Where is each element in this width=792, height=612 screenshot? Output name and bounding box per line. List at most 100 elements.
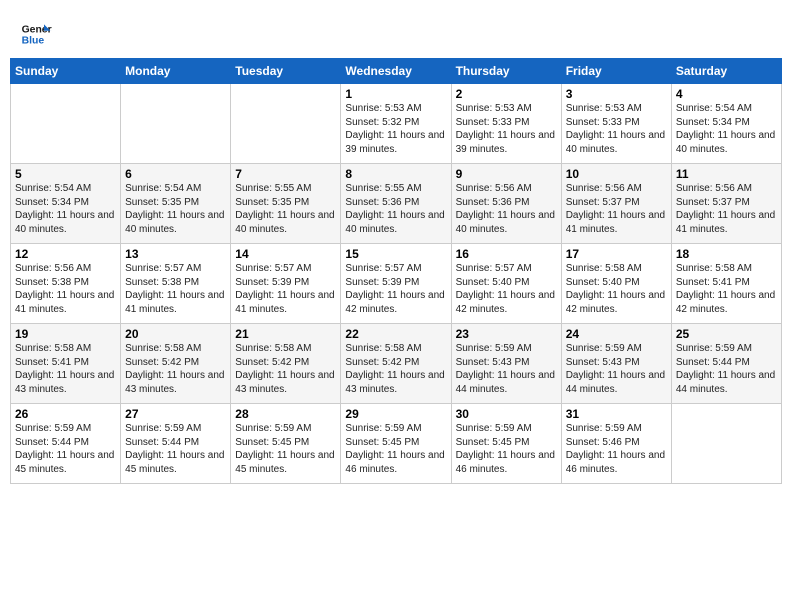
day-info: Sunrise: 5:59 AMSunset: 5:43 PMDaylight:…: [456, 342, 557, 396]
weekday-header-sunday: Sunday: [11, 59, 121, 84]
day-info: Sunrise: 5:58 AMSunset: 5:42 PMDaylight:…: [345, 342, 446, 396]
day-info: Sunrise: 5:57 AMSunset: 5:40 PMDaylight:…: [456, 262, 557, 316]
day-number: 28: [235, 407, 336, 421]
calendar-cell: 7Sunrise: 5:55 AMSunset: 5:35 PMDaylight…: [231, 164, 341, 244]
day-info: Sunrise: 5:59 AMSunset: 5:45 PMDaylight:…: [456, 422, 557, 476]
calendar-cell: 16Sunrise: 5:57 AMSunset: 5:40 PMDayligh…: [451, 244, 561, 324]
calendar-cell: [11, 84, 121, 164]
calendar-cell: 20Sunrise: 5:58 AMSunset: 5:42 PMDayligh…: [121, 324, 231, 404]
day-info: Sunrise: 5:59 AMSunset: 5:44 PMDaylight:…: [676, 342, 777, 396]
day-info: Sunrise: 5:58 AMSunset: 5:41 PMDaylight:…: [676, 262, 777, 316]
day-number: 16: [456, 247, 557, 261]
calendar-cell: 18Sunrise: 5:58 AMSunset: 5:41 PMDayligh…: [671, 244, 781, 324]
day-info: Sunrise: 5:55 AMSunset: 5:35 PMDaylight:…: [235, 182, 336, 236]
calendar-cell: 11Sunrise: 5:56 AMSunset: 5:37 PMDayligh…: [671, 164, 781, 244]
calendar-cell: [121, 84, 231, 164]
calendar-cell: 2Sunrise: 5:53 AMSunset: 5:33 PMDaylight…: [451, 84, 561, 164]
day-info: Sunrise: 5:57 AMSunset: 5:39 PMDaylight:…: [345, 262, 446, 316]
day-info: Sunrise: 5:56 AMSunset: 5:37 PMDaylight:…: [676, 182, 777, 236]
day-number: 24: [566, 327, 667, 341]
day-number: 18: [676, 247, 777, 261]
day-number: 23: [456, 327, 557, 341]
day-info: Sunrise: 5:56 AMSunset: 5:38 PMDaylight:…: [15, 262, 116, 316]
calendar-cell: [231, 84, 341, 164]
calendar-cell: 19Sunrise: 5:58 AMSunset: 5:41 PMDayligh…: [11, 324, 121, 404]
day-number: 2: [456, 87, 557, 101]
day-number: 1: [345, 87, 446, 101]
day-number: 17: [566, 247, 667, 261]
day-number: 27: [125, 407, 226, 421]
day-number: 14: [235, 247, 336, 261]
day-number: 6: [125, 167, 226, 181]
calendar-cell: 31Sunrise: 5:59 AMSunset: 5:46 PMDayligh…: [561, 404, 671, 484]
day-info: Sunrise: 5:59 AMSunset: 5:45 PMDaylight:…: [345, 422, 446, 476]
day-number: 21: [235, 327, 336, 341]
calendar-cell: 6Sunrise: 5:54 AMSunset: 5:35 PMDaylight…: [121, 164, 231, 244]
calendar-cell: 25Sunrise: 5:59 AMSunset: 5:44 PMDayligh…: [671, 324, 781, 404]
day-info: Sunrise: 5:53 AMSunset: 5:32 PMDaylight:…: [345, 102, 446, 156]
day-number: 19: [15, 327, 116, 341]
day-number: 26: [15, 407, 116, 421]
day-info: Sunrise: 5:58 AMSunset: 5:41 PMDaylight:…: [15, 342, 116, 396]
day-number: 7: [235, 167, 336, 181]
calendar-cell: 27Sunrise: 5:59 AMSunset: 5:44 PMDayligh…: [121, 404, 231, 484]
day-number: 20: [125, 327, 226, 341]
calendar-cell: 15Sunrise: 5:57 AMSunset: 5:39 PMDayligh…: [341, 244, 451, 324]
calendar-cell: 26Sunrise: 5:59 AMSunset: 5:44 PMDayligh…: [11, 404, 121, 484]
day-info: Sunrise: 5:59 AMSunset: 5:44 PMDaylight:…: [15, 422, 116, 476]
day-info: Sunrise: 5:57 AMSunset: 5:38 PMDaylight:…: [125, 262, 226, 316]
day-number: 29: [345, 407, 446, 421]
calendar-cell: 12Sunrise: 5:56 AMSunset: 5:38 PMDayligh…: [11, 244, 121, 324]
calendar-cell: 14Sunrise: 5:57 AMSunset: 5:39 PMDayligh…: [231, 244, 341, 324]
day-number: 25: [676, 327, 777, 341]
day-number: 10: [566, 167, 667, 181]
day-info: Sunrise: 5:59 AMSunset: 5:43 PMDaylight:…: [566, 342, 667, 396]
calendar-cell: 3Sunrise: 5:53 AMSunset: 5:33 PMDaylight…: [561, 84, 671, 164]
calendar-cell: 28Sunrise: 5:59 AMSunset: 5:45 PMDayligh…: [231, 404, 341, 484]
calendar-cell: 24Sunrise: 5:59 AMSunset: 5:43 PMDayligh…: [561, 324, 671, 404]
day-info: Sunrise: 5:54 AMSunset: 5:34 PMDaylight:…: [15, 182, 116, 236]
weekday-header-friday: Friday: [561, 59, 671, 84]
day-number: 15: [345, 247, 446, 261]
weekday-header-thursday: Thursday: [451, 59, 561, 84]
calendar-cell: 10Sunrise: 5:56 AMSunset: 5:37 PMDayligh…: [561, 164, 671, 244]
day-number: 13: [125, 247, 226, 261]
weekday-header-tuesday: Tuesday: [231, 59, 341, 84]
day-info: Sunrise: 5:58 AMSunset: 5:42 PMDaylight:…: [235, 342, 336, 396]
day-number: 4: [676, 87, 777, 101]
day-info: Sunrise: 5:59 AMSunset: 5:45 PMDaylight:…: [235, 422, 336, 476]
day-number: 30: [456, 407, 557, 421]
day-number: 22: [345, 327, 446, 341]
calendar-cell: 23Sunrise: 5:59 AMSunset: 5:43 PMDayligh…: [451, 324, 561, 404]
day-info: Sunrise: 5:54 AMSunset: 5:35 PMDaylight:…: [125, 182, 226, 236]
day-number: 3: [566, 87, 667, 101]
day-info: Sunrise: 5:56 AMSunset: 5:36 PMDaylight:…: [456, 182, 557, 236]
day-info: Sunrise: 5:59 AMSunset: 5:46 PMDaylight:…: [566, 422, 667, 476]
calendar-cell: 13Sunrise: 5:57 AMSunset: 5:38 PMDayligh…: [121, 244, 231, 324]
day-info: Sunrise: 5:58 AMSunset: 5:42 PMDaylight:…: [125, 342, 226, 396]
calendar-cell: 22Sunrise: 5:58 AMSunset: 5:42 PMDayligh…: [341, 324, 451, 404]
calendar-cell: 1Sunrise: 5:53 AMSunset: 5:32 PMDaylight…: [341, 84, 451, 164]
calendar-cell: 4Sunrise: 5:54 AMSunset: 5:34 PMDaylight…: [671, 84, 781, 164]
calendar-cell: 5Sunrise: 5:54 AMSunset: 5:34 PMDaylight…: [11, 164, 121, 244]
calendar-table: SundayMondayTuesdayWednesdayThursdayFrid…: [10, 58, 782, 484]
weekday-header-saturday: Saturday: [671, 59, 781, 84]
day-number: 9: [456, 167, 557, 181]
logo: General Blue: [20, 18, 52, 50]
day-info: Sunrise: 5:56 AMSunset: 5:37 PMDaylight:…: [566, 182, 667, 236]
page-header: General Blue: [10, 10, 782, 54]
weekday-header-wednesday: Wednesday: [341, 59, 451, 84]
day-number: 12: [15, 247, 116, 261]
day-info: Sunrise: 5:53 AMSunset: 5:33 PMDaylight:…: [456, 102, 557, 156]
day-info: Sunrise: 5:59 AMSunset: 5:44 PMDaylight:…: [125, 422, 226, 476]
day-info: Sunrise: 5:55 AMSunset: 5:36 PMDaylight:…: [345, 182, 446, 236]
calendar-cell: 8Sunrise: 5:55 AMSunset: 5:36 PMDaylight…: [341, 164, 451, 244]
calendar-cell: [671, 404, 781, 484]
day-number: 5: [15, 167, 116, 181]
calendar-cell: 29Sunrise: 5:59 AMSunset: 5:45 PMDayligh…: [341, 404, 451, 484]
day-number: 11: [676, 167, 777, 181]
day-info: Sunrise: 5:57 AMSunset: 5:39 PMDaylight:…: [235, 262, 336, 316]
day-number: 31: [566, 407, 667, 421]
day-number: 8: [345, 167, 446, 181]
calendar-cell: 21Sunrise: 5:58 AMSunset: 5:42 PMDayligh…: [231, 324, 341, 404]
